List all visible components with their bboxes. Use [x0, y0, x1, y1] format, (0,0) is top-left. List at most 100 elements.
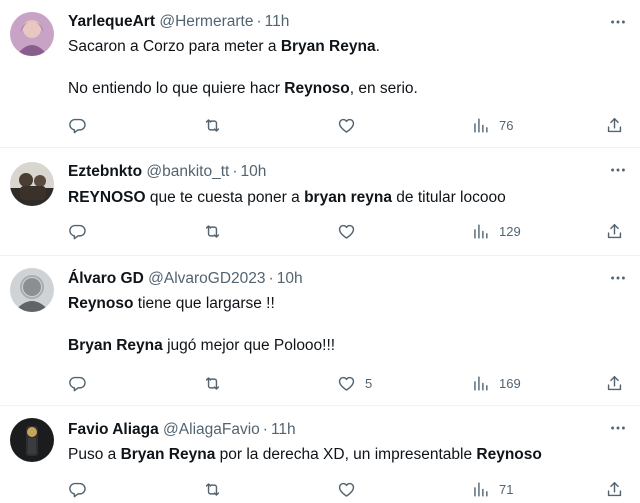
tweet-text: Puso a Bryan Reyna por la derecha XD, un… [68, 444, 620, 465]
separator: · [262, 421, 268, 438]
timestamp[interactable]: 10h [277, 270, 303, 287]
like-heart-icon [337, 374, 356, 393]
retweet-button[interactable] [203, 113, 222, 137]
avatar[interactable] [10, 12, 54, 56]
view-count: 169 [499, 375, 521, 391]
author-name[interactable]: Favio Aliaga [68, 421, 159, 438]
action-bar: 71 [0, 477, 640, 501]
tweet[interactable]: YarlequeArt @Hermerarte · 11h Sacaron a Co… [0, 0, 640, 148]
share-icon [605, 116, 624, 135]
more-options-icon[interactable] [608, 160, 628, 180]
reply-button[interactable] [68, 113, 87, 137]
reply-icon [68, 374, 87, 393]
avatar[interactable] [10, 268, 54, 312]
views-button[interactable]: 129 [471, 219, 521, 243]
reply-icon [68, 116, 87, 135]
separator: · [256, 13, 262, 30]
text-line: Puso a Bryan Reyna por la derecha XD, un… [68, 444, 620, 465]
views-button[interactable]: 71 [471, 477, 513, 501]
retweet-icon [203, 480, 222, 499]
text-segment: No entiendo lo que quiere hacr [68, 80, 285, 97]
share-icon [605, 480, 624, 499]
separator: · [232, 163, 238, 180]
views-chart-icon [471, 480, 490, 499]
views-chart-icon [471, 374, 490, 393]
like-button[interactable] [337, 477, 365, 501]
share-icon [605, 222, 624, 241]
like-button[interactable] [337, 219, 365, 243]
text-line: REYNOSO que te cuesta poner a bryan reyn… [68, 187, 620, 208]
share-button[interactable] [605, 477, 624, 501]
views-button[interactable]: 76 [471, 113, 513, 137]
views-button[interactable]: 169 [471, 371, 521, 395]
views-chart-icon [471, 222, 490, 241]
text-line: Bryan Reyna jugó mejor que Polooo!!! [68, 335, 620, 356]
tweet[interactable]: Eztebnkto @bankito_tt · 10h REYNOSO que te… [0, 148, 640, 256]
tweet-header: Álvaro GD @AlvaroGD2023 · 10h [68, 269, 303, 289]
retweet-button[interactable] [203, 219, 222, 243]
retweet-button[interactable] [203, 371, 222, 395]
text-line: Reynoso tiene que largarse !! [68, 293, 620, 314]
tweet-text: Sacaron a Corzo para meter a Bryan Reyna… [68, 36, 620, 99]
reply-button[interactable] [68, 371, 87, 395]
more-options-icon[interactable] [608, 418, 628, 438]
author-handle[interactable]: @Hermerarte [159, 13, 253, 30]
author-handle[interactable]: @bankito_tt [146, 163, 229, 180]
bold-text: Reynoso [284, 80, 350, 97]
action-bar: 5 169 [0, 371, 640, 395]
like-button[interactable]: 5 [337, 371, 372, 395]
bold-text: REYNOSO [68, 189, 146, 206]
author-name[interactable]: YarlequeArt [68, 13, 155, 30]
text-segment: Sacaron a Corzo para meter a [68, 38, 281, 55]
like-count: 5 [365, 375, 373, 391]
like-button[interactable] [337, 113, 365, 137]
view-count: 71 [499, 481, 514, 497]
more-options-icon[interactable] [608, 268, 628, 288]
action-bar: 129 [0, 219, 640, 243]
author-name[interactable]: Álvaro GD [68, 270, 144, 287]
timestamp[interactable]: 10h [241, 163, 267, 180]
share-icon [605, 374, 624, 393]
bold-text: Reynoso [68, 295, 134, 312]
text-segment: . [375, 38, 380, 55]
avatar[interactable] [10, 162, 54, 206]
like-heart-icon [337, 480, 356, 499]
reply-icon [68, 480, 87, 499]
timestamp[interactable]: 11h [265, 13, 290, 30]
bold-text: Reynoso [476, 446, 542, 463]
retweet-button[interactable] [203, 477, 222, 501]
views-chart-icon [471, 116, 490, 135]
bold-text: bryan reyna [304, 189, 392, 206]
retweet-icon [203, 116, 222, 135]
more-options-icon[interactable] [608, 12, 628, 32]
tweet[interactable]: Favio Aliaga @AliagaFavio · 11h Puso a Bry… [0, 406, 640, 503]
like-heart-icon [337, 222, 356, 241]
tweet[interactable]: Álvaro GD @AlvaroGD2023 · 10h Reynoso tien… [0, 256, 640, 406]
tweet-header: Eztebnkto @bankito_tt · 10h [68, 162, 266, 182]
separator: · [268, 270, 274, 287]
retweet-icon [203, 374, 222, 393]
reply-button[interactable] [68, 477, 87, 501]
action-bar: 76 [0, 113, 640, 137]
author-handle[interactable]: @AliagaFavio [163, 421, 260, 438]
author-name[interactable]: Eztebnkto [68, 163, 142, 180]
text-segment: tiene que largarse !! [133, 295, 275, 312]
author-handle[interactable]: @AlvaroGD2023 [148, 270, 265, 287]
tweet-header: Favio Aliaga @AliagaFavio · 11h [68, 420, 296, 440]
retweet-icon [203, 222, 222, 241]
text-segment: de titular locooo [391, 189, 506, 206]
bold-text: Bryan Reyna [68, 337, 163, 354]
text-line: No entiendo lo que quiere hacr Reynoso, … [68, 78, 620, 99]
avatar[interactable] [10, 418, 54, 462]
timestamp[interactable]: 11h [271, 421, 296, 438]
text-line: Sacaron a Corzo para meter a Bryan Reyna… [68, 36, 620, 57]
text-segment: jugó mejor que Polooo!!! [162, 337, 336, 354]
share-button[interactable] [605, 113, 624, 137]
bold-text: Bryan Reyna [280, 38, 376, 55]
view-count: 76 [499, 117, 514, 133]
reply-button[interactable] [68, 219, 87, 243]
share-button[interactable] [605, 371, 624, 395]
share-button[interactable] [605, 219, 624, 243]
